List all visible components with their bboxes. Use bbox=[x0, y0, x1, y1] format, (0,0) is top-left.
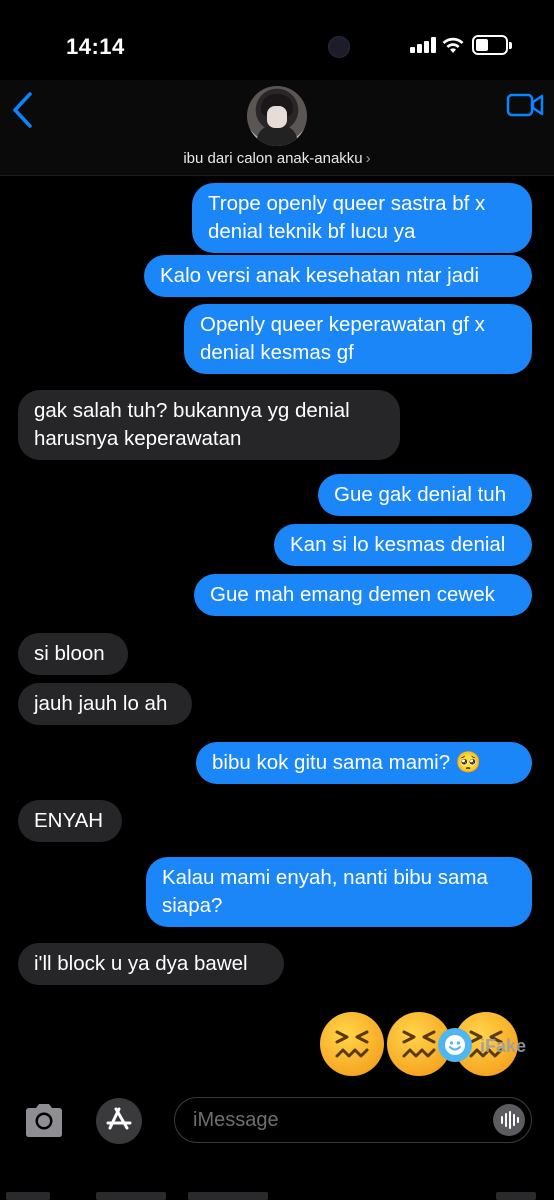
camera-indicator-icon bbox=[328, 36, 350, 58]
watermark-logo-icon bbox=[438, 1028, 472, 1062]
message-input[interactable]: iMessage bbox=[174, 1097, 532, 1143]
app-drawer-strip bbox=[0, 1188, 554, 1200]
chevron-right-icon: › bbox=[365, 150, 371, 167]
message-bubble-outgoing[interactable]: Gue gak denial tuh bbox=[318, 474, 532, 516]
cellular-signal-icon bbox=[410, 37, 436, 53]
message-bubble-outgoing[interactable]: Kan si lo kesmas denial bbox=[274, 524, 532, 566]
message-bubble-outgoing[interactable]: Kalo versi anak kesehatan ntar jadi bbox=[144, 255, 532, 297]
wifi-icon bbox=[442, 37, 464, 53]
message-bubble-incoming[interactable]: ENYAH bbox=[18, 800, 122, 842]
contact-avatar[interactable] bbox=[247, 86, 307, 146]
camera-icon[interactable] bbox=[22, 1100, 66, 1140]
video-call-icon[interactable] bbox=[506, 92, 544, 118]
message-bubble-outgoing[interactable]: Kalau mami enyah, nanti bibu sama siapa? bbox=[146, 857, 532, 927]
contact-name[interactable]: ibu dari calon anak-anakku › bbox=[0, 150, 554, 167]
message-bubble-outgoing[interactable]: bibu kok gitu sama mami? 🥺 bbox=[196, 742, 532, 784]
message-bubble-incoming[interactable]: gak salah tuh? bukannya yg denial harusn… bbox=[18, 390, 400, 460]
app-store-icon bbox=[106, 1107, 132, 1130]
status-time: 14:14 bbox=[66, 34, 125, 59]
message-bubble-outgoing[interactable]: Gue mah emang demen cewek bbox=[194, 574, 532, 616]
message-bubble-incoming[interactable]: si bloon bbox=[18, 633, 128, 675]
battery-icon bbox=[472, 35, 512, 55]
status-bar: 14:14 bbox=[0, 0, 554, 90]
message-bubble-outgoing[interactable]: Trope openly queer sastra bf x denial te… bbox=[192, 183, 532, 253]
conversation-header: ibu dari calon anak-anakku › bbox=[0, 80, 554, 176]
audio-message-button[interactable] bbox=[493, 1104, 525, 1136]
message-bubble-outgoing[interactable]: Openly queer keperawatan gf x denial kes… bbox=[184, 304, 532, 374]
confounded-face-icon bbox=[320, 1012, 384, 1076]
message-bubble-incoming[interactable]: jauh jauh lo ah bbox=[18, 683, 192, 725]
app-store-button[interactable] bbox=[96, 1098, 142, 1144]
message-input-placeholder: iMessage bbox=[193, 1109, 279, 1131]
waveform-icon bbox=[501, 1111, 519, 1129]
watermark-text: iFake bbox=[480, 1036, 527, 1056]
message-bubble-incoming[interactable]: i'll block u ya dya bawel bbox=[18, 943, 284, 985]
back-chevron-icon[interactable] bbox=[8, 90, 38, 130]
